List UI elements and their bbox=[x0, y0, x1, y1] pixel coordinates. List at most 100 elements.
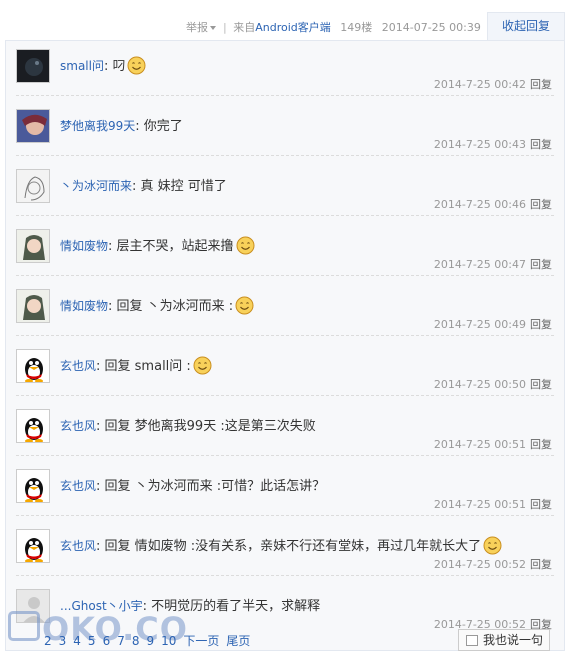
dropdown-arrow-icon[interactable] bbox=[210, 26, 216, 30]
page-link[interactable]: 2 bbox=[44, 634, 52, 648]
comment-stamp: 2014-7-25 00:51 回复 bbox=[434, 496, 552, 512]
report-link[interactable]: 举报 bbox=[186, 21, 208, 34]
comment-item: 梦他离我99天: 你完了 2014-7-25 00:43 回复 bbox=[6, 96, 564, 156]
avatar[interactable] bbox=[16, 529, 50, 563]
post-meta-bar: 举报 | 来自Android客户端 149楼 2014-07-25 00:39 收… bbox=[0, 0, 569, 40]
avatar[interactable] bbox=[16, 349, 50, 383]
comment-item: 玄也风: 回复 丶为冰河而来 :可惜？此话怎讲？ 2014-7-25 00:51 回… bbox=[6, 456, 564, 516]
comment-line: 玄也风: 回复 丶为冰河而来 :可惜？此话怎讲？ bbox=[60, 475, 325, 494]
smiley-emoticon-icon bbox=[235, 296, 254, 319]
separator: | bbox=[223, 21, 227, 34]
page-link[interactable]: 9 bbox=[146, 634, 154, 648]
page-link[interactable]: 10 bbox=[161, 634, 176, 648]
comment-username[interactable]: 玄也风 bbox=[60, 419, 96, 433]
comment-time: 2014-7-25 00:52 bbox=[433, 558, 526, 571]
comment-username[interactable]: 情如废物 bbox=[60, 299, 108, 313]
comment-text: : 回复 丶为冰河而来 : bbox=[108, 299, 234, 314]
reply-link[interactable]: 回复 bbox=[530, 258, 552, 271]
comment-username[interactable]: 玄也风 bbox=[60, 359, 96, 373]
page-link[interactable]: 6 bbox=[103, 634, 111, 648]
avatar[interactable] bbox=[16, 229, 50, 263]
comment-username[interactable]: 梦他离我99天 bbox=[60, 119, 135, 133]
post-meta: 举报 | 来自Android客户端 149楼 2014-07-25 00:39 bbox=[186, 19, 481, 35]
comment-stamp: 2014-7-25 00:51 回复 bbox=[434, 436, 552, 452]
source-prefix: 来自 bbox=[233, 21, 256, 34]
comment-username[interactable]: 玄也风 bbox=[60, 539, 96, 553]
comment-text: : 真 妹控 可惜了 bbox=[132, 179, 227, 194]
comment-item: 玄也风: 回复 梦他离我99天 :这是第三次失败 2014-7-25 00:51 回… bbox=[6, 396, 564, 456]
comment-item: 丶为冰河而来: 真 妹控 可惜了 2014-7-25 00:46 回复 bbox=[6, 156, 564, 216]
avatar[interactable] bbox=[16, 409, 50, 443]
comment-username[interactable]: 丶为冰河而来 bbox=[60, 179, 132, 193]
comment-stamp: 2014-7-25 00:49 回复 bbox=[434, 316, 552, 332]
reply-link[interactable]: 回复 bbox=[530, 318, 552, 331]
comment-text: : 你完了 bbox=[135, 119, 183, 134]
comment-line: 玄也风: 回复 small问 : bbox=[60, 355, 212, 379]
comment-time: 2014-7-25 00:50 bbox=[433, 378, 526, 391]
comment-text: : 回复 梦他离我99天 :这是第三次失败 bbox=[96, 419, 316, 434]
comment-username[interactable]: small问 bbox=[60, 59, 104, 73]
comment-item: 玄也风: 回复 情如废物 :没有关系，亲妹不行还有堂妹，再过几年就长大了 2014… bbox=[6, 516, 564, 576]
comment-line: 情如废物: 层主不哭，站起来撸 bbox=[60, 235, 255, 259]
comment-text: : 回复 small问 : bbox=[96, 359, 191, 374]
comment-line: small问: 叼 bbox=[60, 55, 146, 79]
avatar[interactable] bbox=[16, 289, 50, 323]
smiley-emoticon-icon bbox=[193, 356, 212, 379]
page-link[interactable]: 5 bbox=[88, 634, 96, 648]
reply-link[interactable]: 回复 bbox=[530, 138, 552, 151]
comment-time: 2014-7-25 00:46 bbox=[433, 198, 526, 211]
reply-panel: small问: 叼 2014-7-25 00:42 回复 梦他离我99天: 你完了 20… bbox=[5, 40, 565, 651]
next-page-link[interactable]: 下一页 bbox=[183, 634, 219, 648]
post-datetime: 2014-07-25 00:39 bbox=[381, 21, 481, 34]
comment-line: 丶为冰河而来: 真 妹控 可惜了 bbox=[60, 175, 227, 194]
floor-number: 149楼 bbox=[340, 21, 373, 34]
comment-stamp: 2014-7-25 00:50 回复 bbox=[434, 376, 552, 392]
comment-stamp: 2014-7-25 00:47 回复 bbox=[434, 256, 552, 272]
page-link[interactable]: 4 bbox=[73, 634, 81, 648]
comment-item: 情如废物: 回复 丶为冰河而来 : 2014-7-25 00:49 回复 bbox=[6, 276, 564, 336]
comment-stamp: 2014-7-25 00:46 回复 bbox=[434, 196, 552, 212]
watermark-logo-icon bbox=[8, 611, 40, 641]
edit-icon bbox=[466, 635, 478, 646]
comment-line: 情如废物: 回复 丶为冰河而来 : bbox=[60, 295, 254, 319]
comment-text: : 叼 bbox=[103, 59, 126, 74]
comment-text: : 回复 丶为冰河而来 :可惜？此话怎讲？ bbox=[96, 479, 326, 494]
avatar[interactable] bbox=[16, 49, 50, 83]
comment-time: 2014-7-25 00:51 bbox=[433, 438, 526, 451]
comment-stamp: 2014-7-25 00:42 回复 bbox=[434, 76, 552, 92]
reply-link[interactable]: 回复 bbox=[530, 438, 552, 451]
reply-link[interactable]: 回复 bbox=[530, 78, 552, 91]
comment-text: : 层主不哭，站起来撸 bbox=[108, 239, 234, 254]
comment-item: small问: 叼 2014-7-25 00:42 回复 bbox=[6, 36, 564, 96]
avatar[interactable] bbox=[16, 469, 50, 503]
say-something-label: 我也说一句 bbox=[483, 633, 544, 647]
comment-time: 2014-7-25 00:51 bbox=[433, 498, 526, 511]
comment-time: 2014-7-25 00:47 bbox=[433, 258, 526, 271]
reply-link[interactable]: 回复 bbox=[530, 378, 552, 391]
reply-link[interactable]: 回复 bbox=[530, 558, 552, 571]
comment-item: 情如废物: 层主不哭，站起来撸 2014-7-25 00:47 回复 bbox=[6, 216, 564, 276]
comment-username[interactable]: 情如废物 bbox=[60, 239, 108, 253]
comment-time: 2014-7-25 00:42 bbox=[433, 78, 526, 91]
comment-username[interactable]: 玄也风 bbox=[60, 479, 96, 493]
comment-stamp: 2014-7-25 00:52 回复 bbox=[434, 556, 552, 572]
page-link[interactable]: 3 bbox=[59, 634, 67, 648]
reply-link[interactable]: 回复 bbox=[530, 198, 552, 211]
source-client-link[interactable]: Android客户端 bbox=[255, 21, 331, 34]
comment-line: 玄也风: 回复 梦他离我99天 :这是第三次失败 bbox=[60, 415, 316, 434]
page-link[interactable]: 8 bbox=[132, 634, 140, 648]
comment-text: : 回复 情如废物 :没有关系，亲妹不行还有堂妹，再过几年就长大了 bbox=[96, 539, 482, 554]
avatar[interactable] bbox=[16, 169, 50, 203]
say-something-button[interactable]: 我也说一句 bbox=[458, 629, 550, 651]
smiley-emoticon-icon bbox=[127, 56, 146, 79]
avatar[interactable] bbox=[16, 109, 50, 143]
last-page-link[interactable]: 尾页 bbox=[226, 634, 250, 648]
comment-stamp: 2014-7-25 00:43 回复 bbox=[434, 136, 552, 152]
pagination: 2 3 4 5 6 7 8 9 10 下一页 尾页 bbox=[44, 632, 257, 649]
page-link[interactable]: 7 bbox=[117, 634, 125, 648]
comment-time: 2014-7-25 00:49 bbox=[433, 318, 526, 331]
comment-line: 梦他离我99天: 你完了 bbox=[60, 115, 183, 134]
reply-link[interactable]: 回复 bbox=[530, 498, 552, 511]
smiley-emoticon-icon bbox=[236, 236, 255, 259]
comment-time: 2014-7-25 00:43 bbox=[433, 138, 526, 151]
